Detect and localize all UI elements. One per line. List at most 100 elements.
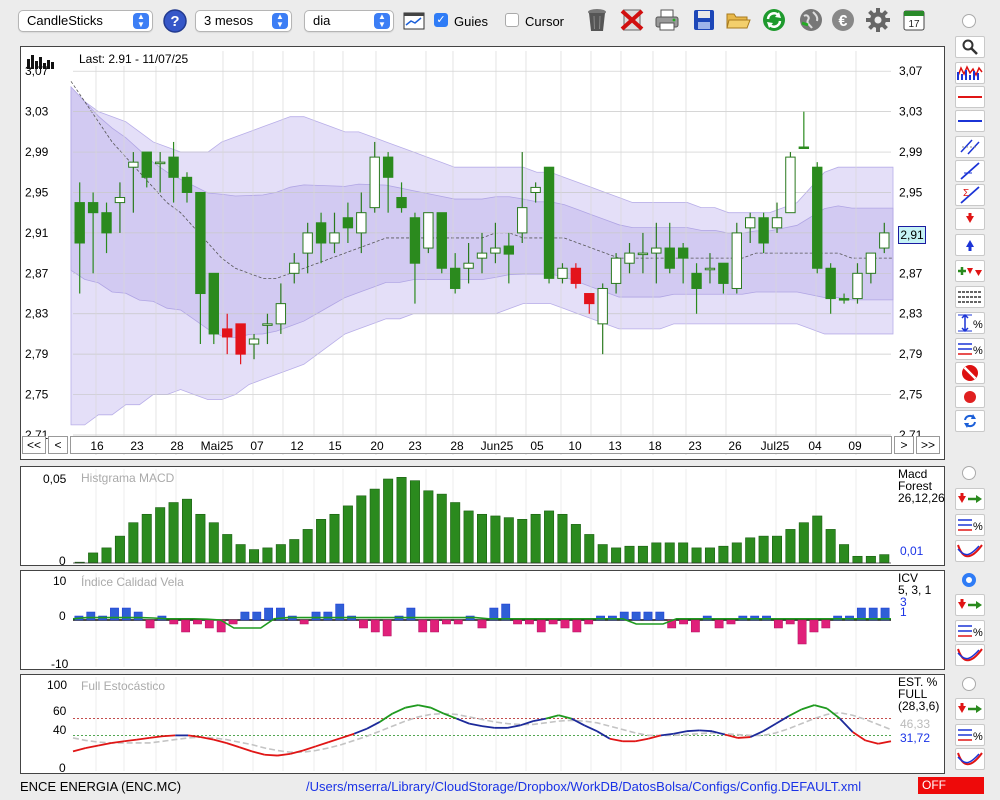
trendline-icon[interactable] [955,160,985,182]
candle-body [141,151,152,178]
no-entry-icon[interactable] [955,362,985,384]
icv-bar [370,619,380,633]
channel-icon[interactable] [955,136,985,158]
first-page-button[interactable]: << [22,436,46,454]
stoch-k-segment [124,738,138,743]
trash-icon[interactable] [583,6,611,34]
arrow-down-red-icon[interactable] [955,208,985,230]
euro-icon[interactable]: € [829,6,857,34]
sigma-line-icon[interactable]: Σ [955,184,985,206]
macd-bar [275,544,286,564]
macd-bar [490,515,501,564]
macd-bar [168,502,179,564]
stoch-y-0: 0 [59,761,66,775]
refresh-icon[interactable] [760,6,788,34]
candle-body [812,166,823,269]
gear-icon[interactable] [864,6,892,34]
macd-bar [262,547,273,564]
icv-bar [204,619,214,629]
prev-page-button[interactable]: < [48,436,68,454]
calendar-icon[interactable]: 17 [900,6,928,34]
stoch-arrows-icon[interactable] [955,698,985,720]
macd-bar [718,545,729,564]
candle-body [449,267,461,289]
x-tick-label: 04 [808,439,822,453]
icv-levels-icon[interactable]: % [955,620,985,642]
range-percent-icon[interactable]: % [955,312,985,334]
next-page-button[interactable]: > [894,436,914,454]
globe-icon[interactable] [797,6,825,34]
instrument-name: ENCE ENERGIA (ENC.MC) [20,779,182,794]
chart-type-select[interactable]: CandleSticks ▲ ▼ [18,10,153,32]
candle-body [758,217,769,244]
macd-bar [463,510,474,564]
macd-bar [597,544,608,564]
icv-bar [785,619,795,625]
stoch-k-segment [788,708,802,717]
delete-icon[interactable] [618,6,646,34]
stoch-k-segment [341,732,355,739]
panel-radio-icv[interactable] [962,573,976,587]
macd-bar [222,534,233,564]
bars-icon[interactable] [27,53,57,72]
add-arrows-icon[interactable] [955,260,985,282]
candle-body [664,247,675,269]
candle-body [101,212,112,234]
last-page-button[interactable]: >> [916,436,940,454]
help-icon[interactable]: ? [161,7,189,35]
panel-radio-macd[interactable] [962,466,976,480]
folder-icon[interactable] [724,6,752,34]
blue-line-icon[interactable] [955,110,985,132]
arrow-up-blue-icon[interactable] [955,234,985,256]
stoch-k-segment [686,729,700,733]
candle-body [570,267,582,284]
cursor-checkbox[interactable] [505,13,519,27]
save-icon[interactable] [690,6,718,34]
candle-body [825,267,836,300]
period-select[interactable]: 3 mesos ▲ ▼ [195,10,292,32]
y-tick-label-right: 2,75 [899,388,923,402]
icv-value-2: 1 [900,605,907,619]
price-chart-icon[interactable] [955,62,985,84]
y-tick-label-left: 2,95 [25,185,49,199]
panel-radio-stoch[interactable] [962,677,976,691]
levels-percent-icon[interactable]: % [955,338,985,360]
date-axis: 16 23 28 Mai25 07 12 15 20 23 28 Jun25 05 10 13 18 23 26… [70,436,892,454]
macd-levels-icon[interactable]: % [955,514,985,536]
macd-bar [785,529,796,564]
guides-checkbox[interactable]: ✓ [434,13,448,27]
stoch-k-segment [72,747,87,753]
panel-radio-1[interactable] [962,14,976,28]
stoch-curve-icon[interactable] [955,748,985,770]
record-icon[interactable] [955,386,985,408]
macd-y-top: 0,05 [43,472,67,486]
macd-bar [745,537,756,564]
macd-bar [812,515,823,564]
interval-select[interactable]: dia ▲ ▼ [304,10,394,32]
macd-arrows-icon[interactable] [955,488,985,510]
config-path[interactable]: /Users/mserra/Library/CloudStorage/Dropb… [306,779,861,794]
icv-bar [773,619,783,629]
stoch-k-segment [379,712,394,723]
red-line-icon[interactable] [955,86,985,108]
svg-text:%: % [973,345,983,357]
sync-icon[interactable] [955,410,985,432]
y-tick-label-right: 2,87 [899,266,923,280]
y-tick-label-right: 3,03 [899,105,923,119]
x-tick-label: 28 [170,439,184,453]
stoch-y-40: 40 [53,723,67,737]
chart-icon[interactable] [400,7,428,35]
macd-curve-icon[interactable] [955,540,985,562]
icv-curve-icon[interactable] [955,644,985,666]
stoch-levels-icon[interactable]: % [955,724,985,746]
zoom-icon[interactable] [955,36,985,58]
status-badge[interactable]: OFF [918,777,984,794]
candle-body [704,267,716,271]
candle-body [87,202,99,214]
levels-icon[interactable] [955,286,985,308]
candle-body [114,197,126,204]
stoch-k-segment [737,736,751,739]
macd-bar [114,535,125,564]
print-icon[interactable] [653,6,681,34]
icv-arrows-icon[interactable] [955,594,985,616]
